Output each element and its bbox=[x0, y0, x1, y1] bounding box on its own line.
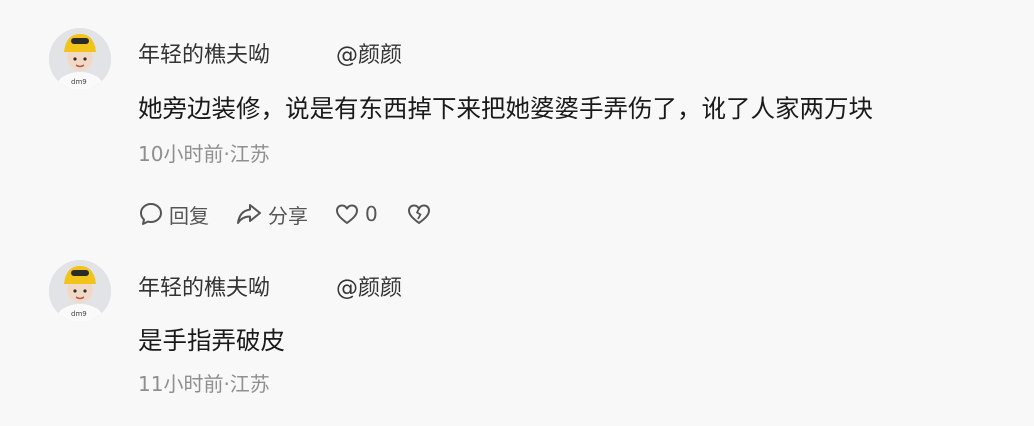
comment-text: 她旁边装修，说是有东西掉下来把她婆婆手弄伤了，讹了人家两万块 bbox=[138, 94, 873, 123]
reply-label: 回复 bbox=[169, 203, 209, 228]
username[interactable]: 年轻的樵夫呦 bbox=[138, 43, 270, 69]
reply-button[interactable]: 回复 bbox=[138, 200, 209, 229]
svg-text:dm9: dm9 bbox=[71, 78, 87, 86]
share-button[interactable]: 分享 bbox=[235, 200, 308, 229]
dislike-button[interactable] bbox=[406, 202, 432, 226]
mention-tag[interactable]: @颜颜 bbox=[336, 43, 402, 69]
comment-meta: 10小时前·江苏 bbox=[138, 142, 270, 166]
avatar[interactable]: dm9 bbox=[49, 260, 111, 322]
comment-actions: 回复 分享 0 bbox=[138, 200, 432, 228]
share-arrow-icon bbox=[235, 201, 263, 227]
like-button[interactable]: 0 bbox=[334, 202, 378, 226]
like-count: 0 bbox=[365, 202, 378, 226]
comment-meta: 11小时前·江苏 bbox=[138, 372, 270, 396]
mention-tag[interactable]: @颜颜 bbox=[336, 276, 402, 302]
share-label: 分享 bbox=[268, 203, 308, 228]
comment-text: 是手指弄破皮 bbox=[138, 326, 285, 355]
avatar-image: dm9 bbox=[49, 260, 111, 322]
avatar-image: dm9 bbox=[49, 28, 111, 90]
broken-heart-icon bbox=[406, 202, 432, 226]
avatar[interactable]: dm9 bbox=[49, 28, 111, 90]
heart-outline-icon bbox=[334, 202, 360, 226]
svg-text:dm9: dm9 bbox=[71, 310, 87, 318]
comment-item: dm9 年轻的樵夫呦 @颜颜 她旁边装修，说是有东西掉下来把她婆婆手弄伤了，讹了… bbox=[0, 0, 1034, 250]
username[interactable]: 年轻的樵夫呦 bbox=[138, 276, 270, 302]
comment-bubble-icon bbox=[138, 201, 164, 227]
comment-item: dm9 年轻的樵夫呦 @颜颜 是手指弄破皮 11小时前·江苏 bbox=[0, 250, 1034, 426]
